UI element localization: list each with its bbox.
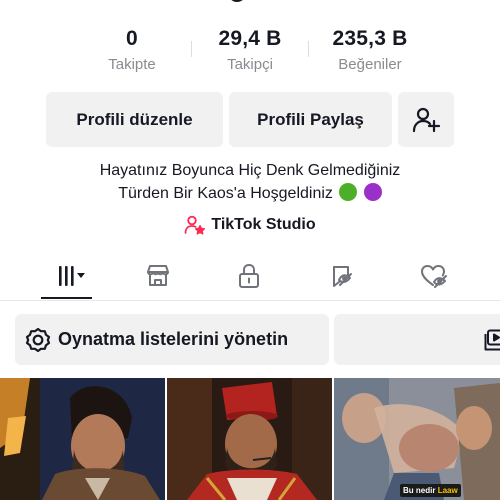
bio-line-1: Hayatınız Boyunca Hiç Denk Gelmediğiniz: [99, 162, 401, 179]
tab-shop[interactable]: [128, 252, 188, 300]
tab-reposts[interactable]: [312, 252, 372, 300]
edit-profile-button[interactable]: Profili düzenle: [46, 92, 223, 147]
gear-icon: [25, 327, 51, 353]
manage-playlists-button[interactable]: Oynatma listelerini yönetin: [15, 314, 329, 365]
stat-following[interactable]: 0 Takipte: [72, 26, 192, 75]
tiktok-studio-label: TikTok Studio: [211, 216, 316, 233]
tab-liked[interactable]: [404, 252, 464, 300]
tab-videos[interactable]: [36, 252, 96, 300]
bio-line-2: Türden Bir Kaos'a Hoşgeldiniz: [118, 185, 333, 202]
video-caption-text: Bu nedir: [403, 486, 436, 495]
video-thumbnail[interactable]: Bu nedir Laaw: [334, 378, 500, 500]
video-thumbnail[interactable]: [0, 378, 165, 500]
stat-likes-label: Beğeniler: [338, 56, 402, 73]
video-caption: Bu nedir Laaw: [400, 484, 461, 497]
avatar-edge: [230, 0, 244, 2]
stat-likes[interactable]: 235,3 B Beğeniler: [310, 26, 430, 75]
liked-icon: [420, 263, 448, 289]
video-thumbnail-image: [0, 378, 165, 500]
stat-following-label: Takipte: [108, 56, 156, 73]
stat-following-value: 0: [126, 27, 138, 50]
video-thumbnail-image: [334, 378, 500, 500]
bio-line-2-row: Türden Bir Kaos'a Hoşgeldiniz: [0, 182, 500, 205]
person-plus-icon: [411, 105, 441, 135]
purple-circle-icon: [363, 183, 382, 201]
profile-stats: 0 Takipte 29,4 B Takipçi 235,3 B Beğenil…: [0, 26, 500, 80]
add-friend-button[interactable]: [398, 92, 454, 147]
active-tab-indicator: [41, 297, 92, 299]
tiktok-studio-link[interactable]: TikTok Studio: [0, 214, 500, 236]
tab-private[interactable]: [219, 252, 279, 300]
manage-playlists-label: Oynatma listelerini yönetin: [58, 329, 289, 349]
video-thumbnail[interactable]: [167, 378, 332, 500]
playlist-icon: [484, 329, 500, 351]
stat-followers-label: Takipçi: [227, 56, 273, 73]
share-profile-button[interactable]: Profili Paylaş: [229, 92, 392, 147]
lock-icon: [237, 263, 261, 289]
person-star-icon: [184, 214, 206, 236]
stat-likes-value: 235,3 B: [332, 27, 408, 50]
stat-divider: [308, 41, 309, 57]
stat-followers[interactable]: 29,4 B Takipçi: [190, 26, 310, 75]
playlist-chip[interactable]: [334, 314, 500, 365]
profile-tabs: [0, 252, 500, 301]
video-thumbnail-image: [167, 378, 332, 500]
stat-followers-value: 29,4 B: [218, 27, 282, 50]
video-caption-highlight: Laaw: [437, 486, 458, 495]
repost-icon: [329, 263, 355, 289]
shop-icon: [145, 264, 171, 288]
grid-icon: [46, 264, 86, 288]
video-grid: Bu nedir Laaw: [0, 378, 500, 500]
green-circle-icon: [339, 183, 358, 201]
profile-bio: Hayatınız Boyunca Hiç Denk Gelmediğiniz …: [0, 159, 500, 205]
